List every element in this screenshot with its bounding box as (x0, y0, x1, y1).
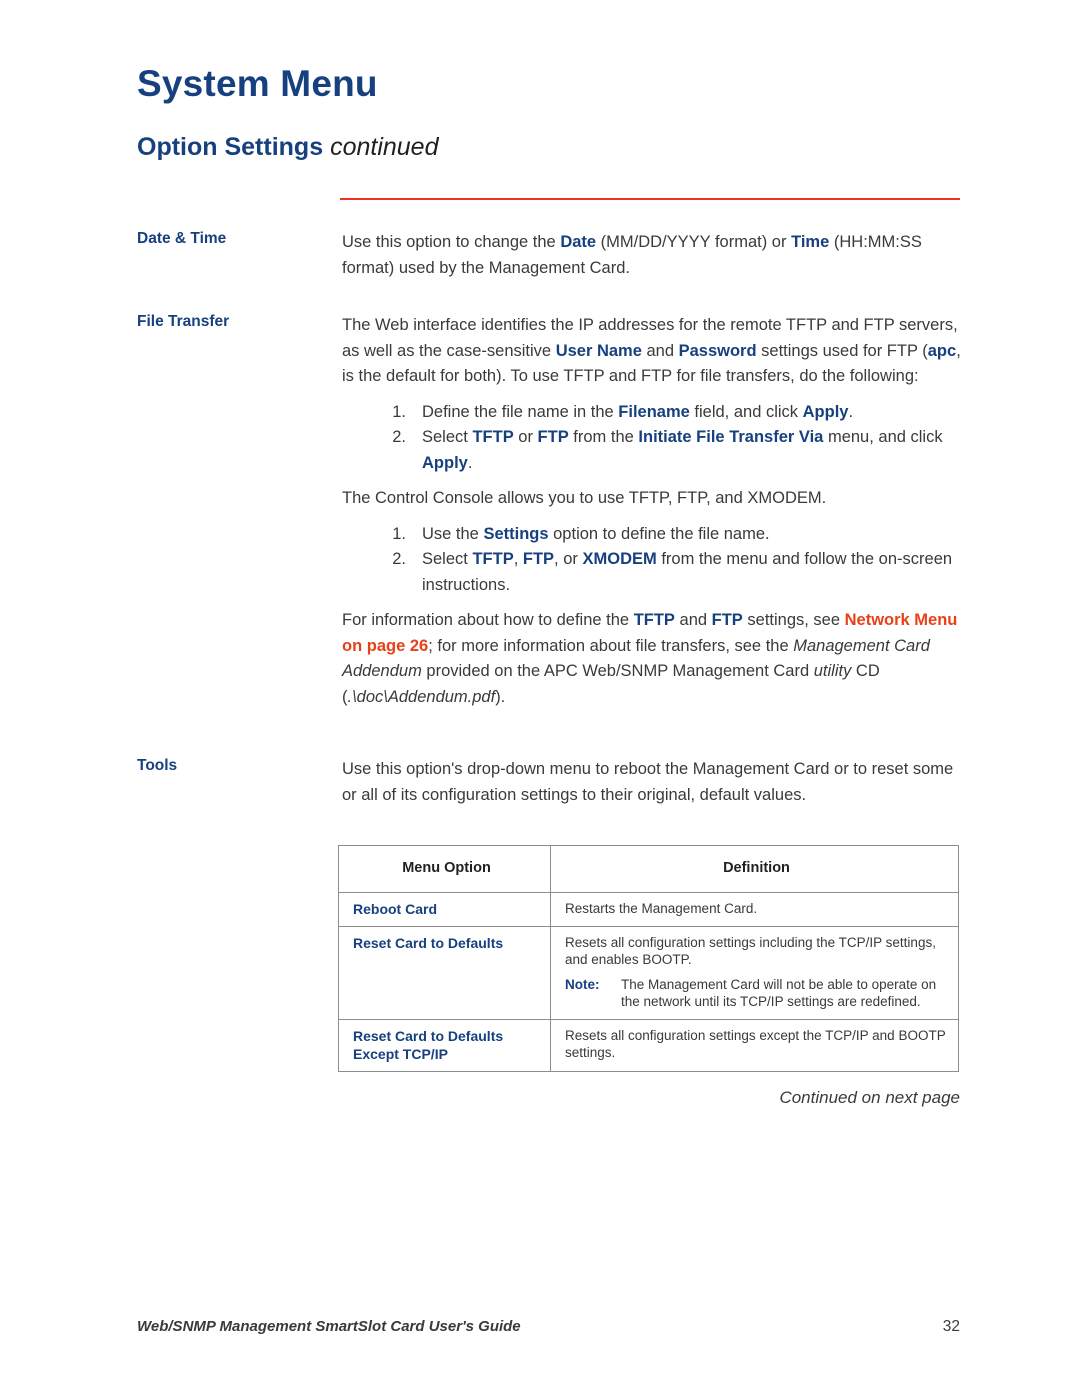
section-label-date-time: Date & Time (137, 230, 227, 247)
section-label-file-transfer: File Transfer (137, 313, 230, 330)
section-body-date-time: Use this option to change the Date (MM/D… (342, 230, 967, 281)
term-filename: Filename (618, 402, 690, 421)
section-body-file-transfer: The Web interface identifies the IP addr… (342, 313, 967, 710)
section-title-continued: continued (330, 133, 439, 161)
column-header-menu-option: Menu Option (338, 845, 551, 893)
web-interface-steps: 1. Define the file name in the Filename f… (342, 400, 967, 477)
table-header: Menu Option Definition (338, 845, 959, 893)
paragraph: Use this option's drop-down menu to rebo… (342, 760, 954, 804)
term-apply: Apply (422, 453, 468, 472)
table-row: Reboot Card Restarts the Management Card… (338, 891, 959, 927)
cell-definition: Resets all configuration settings except… (550, 1018, 959, 1072)
note-text: The Management Card will not be able to … (621, 976, 937, 1010)
section-body-tools: Use this option's drop-down menu to rebo… (342, 757, 967, 808)
list-item: 2. Select TFTP, FTP, or XMODEM from the m… (380, 547, 967, 598)
file-transfer-intro: The Web interface identifies the IP addr… (342, 316, 961, 385)
list-number: 2. (392, 428, 406, 446)
list-item: 1. Define the file name in the Filename f… (380, 400, 967, 426)
list-item: 1. Use the Settings option to define the … (380, 522, 967, 548)
table-body: Reboot Card Restarts the Management Card… (338, 891, 959, 1072)
list-number: 2. (392, 550, 406, 568)
cell-menu-option: Reset Card to Defaults Except TCP/IP (338, 1018, 551, 1072)
section-label-tools: Tools (137, 757, 178, 774)
list-number: 1. (392, 402, 406, 421)
term-initiate-file-transfer-via: Initiate File Transfer Via (638, 428, 824, 446)
path-addendum-pdf: .\doc\Addendum.pdf (347, 687, 496, 706)
cell-menu-option: Reset Card to Defaults (338, 925, 551, 1020)
table-row: Reset Card to Defaults Resets all config… (338, 925, 959, 1020)
definition-note: Note: The Management Card will not be ab… (565, 976, 948, 1011)
paragraph: Use this option to change the Date (MM/D… (342, 233, 922, 277)
file-transfer-outro: For information about how to define the … (342, 611, 958, 706)
term-settings: Settings (483, 524, 549, 543)
section-title-main: Option Settings (137, 133, 324, 161)
cell-definition: Resets all configuration settings includ… (550, 925, 959, 1020)
footer-page-number: 32 (942, 1318, 960, 1335)
note-label: Note: (565, 976, 600, 992)
table-row: Reset Card to Defaults Except TCP/IP Res… (338, 1018, 959, 1072)
definition-text: Resets all configuration settings includ… (565, 934, 936, 968)
term-apc: apc (927, 341, 957, 360)
term-tftp: TFTP (472, 550, 514, 568)
console-intro: The Control Console allows you to use TF… (342, 489, 827, 507)
term-ftp: FTP (522, 550, 555, 568)
term-password: Password (678, 341, 757, 360)
footer-document-title: Web/SNMP Management SmartSlot Card User'… (137, 1318, 521, 1335)
term-time: Time (791, 233, 830, 251)
term-tftp: TFTP (472, 428, 514, 446)
chapter-title: System Menu (137, 63, 378, 104)
table-header-row: Menu Option Definition (338, 845, 959, 893)
continued-on-next-page: Continued on next page (779, 1088, 960, 1107)
term-apply: Apply (802, 402, 849, 421)
column-header-definition: Definition (550, 845, 959, 893)
term-ftp: FTP (537, 428, 569, 446)
term-xmodem: XMODEM (582, 550, 657, 568)
cell-menu-option: Reboot Card (338, 891, 551, 927)
term-utility: utility (813, 662, 852, 680)
list-number: 1. (392, 524, 406, 543)
term-tftp: TFTP (633, 611, 675, 629)
control-console-steps: 1. Use the Settings option to define the … (342, 522, 967, 599)
term-ftp: FTP (711, 611, 743, 629)
term-date: Date (560, 233, 597, 251)
section-title: Option Settings continued (137, 133, 439, 162)
header-divider-rule (340, 198, 960, 200)
document-page: System Menu Option Settings continued Da… (0, 0, 1080, 1397)
cell-definition: Restarts the Management Card. (550, 891, 959, 927)
list-item: 2. Select TFTP or FTP from the Initiate F… (380, 425, 967, 476)
term-user-name: User Name (555, 341, 642, 360)
tools-menu-options-table: Menu Option Definition Reboot Card Resta… (338, 845, 959, 1072)
